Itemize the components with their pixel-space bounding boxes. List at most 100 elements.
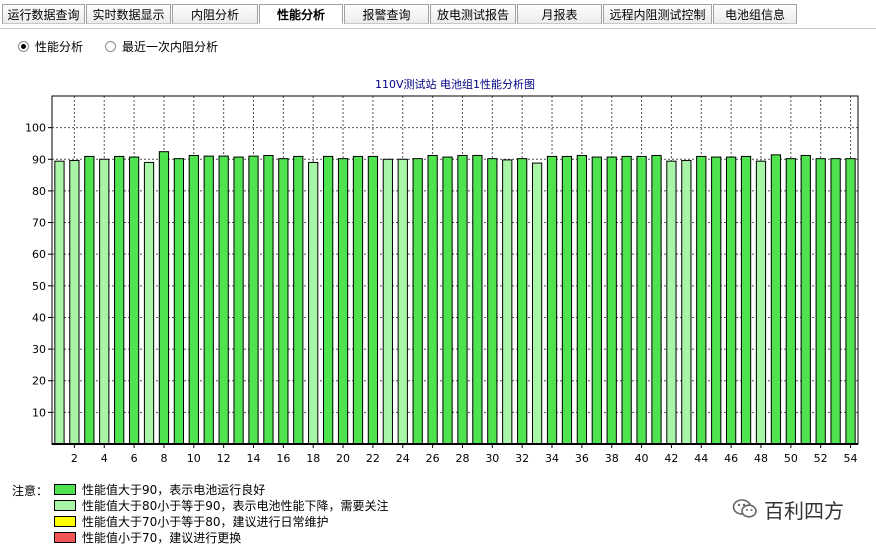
bar-cell-22 [367, 155, 379, 445]
bar-cell-5 [114, 155, 125, 445]
legend-item-replace: 性能值小于70，建议进行更换 [54, 530, 242, 545]
legend-swatch-maintain [54, 515, 76, 527]
bar-cell-41 [651, 154, 662, 445]
x-tick-label: 30 [485, 452, 499, 465]
bar-cell-50 [785, 158, 796, 445]
chart-title: 110V测试站 电池组1性能分析图 [375, 77, 535, 91]
legend-text: 性能值大于80小于等于90，表示电池性能下降，需要关注 [82, 498, 389, 513]
y-tick-label: 100 [25, 122, 46, 135]
bar-cell-51 [800, 154, 811, 445]
bar-cell-2 [69, 160, 80, 445]
x-tick-label: 48 [754, 452, 768, 465]
bar-cell-47 [740, 155, 752, 445]
x-tick-label: 38 [605, 452, 619, 465]
radio-label: 最近一次内阻分析 [122, 39, 219, 54]
bar-cell-53 [830, 158, 841, 445]
bar-cell-29 [472, 154, 483, 445]
bar-cell-28 [457, 154, 468, 445]
x-tick-label: 36 [575, 452, 589, 465]
tab-internal-resistance[interactable]: 内阻分析 [172, 4, 258, 24]
x-tick-label: 44 [694, 452, 708, 465]
radio-last-resistance-analysis[interactable]: 最近一次内阻分析 [105, 37, 218, 55]
bar-cell-34 [546, 155, 558, 445]
x-tick-label: 32 [515, 452, 529, 465]
tab-performance-analysis[interactable]: 性能分析 [259, 4, 343, 24]
x-tick-label: 16 [276, 452, 290, 465]
y-tick-label: 80 [32, 185, 46, 198]
tab-remote-resistance-test[interactable]: 远程内阻测试控制 [603, 4, 712, 24]
x-tick-label: 10 [187, 452, 201, 465]
y-tick-label: 30 [32, 343, 46, 356]
bar-cell-45 [711, 156, 722, 445]
bar-cell-18 [308, 161, 319, 445]
x-tick-label: 8 [160, 452, 167, 465]
bar-cell-20 [337, 158, 349, 445]
x-tick-label: 42 [664, 452, 678, 465]
bar-cell-15 [263, 154, 274, 445]
x-tick-label: 28 [455, 452, 469, 465]
bar-cell-7 [143, 161, 155, 445]
x-tick-label: 40 [635, 452, 649, 465]
bar-cell-46 [726, 156, 737, 445]
x-tick-label: 54 [844, 452, 858, 465]
radio-checked-icon[interactable] [18, 40, 29, 52]
bar-cell-31 [502, 159, 513, 445]
radio-performance-analysis[interactable]: 性能分析 [18, 37, 83, 55]
bar-cell-52 [815, 158, 826, 445]
legend-item-good: 性能值大于90，表示电池运行良好 [54, 482, 265, 497]
bar-cell-25 [412, 158, 423, 445]
plot-area [52, 96, 858, 444]
x-tick-label: 12 [217, 452, 231, 465]
x-tick-label: 22 [366, 452, 380, 465]
bar-cell-24 [397, 158, 408, 445]
tab-underline [0, 28, 876, 29]
bar-cell-3 [84, 155, 95, 445]
tab-battery-info[interactable]: 电池组信息 [713, 4, 797, 24]
bar-cell-44 [696, 155, 707, 445]
bar-cell-17 [293, 155, 304, 445]
radio-label: 性能分析 [35, 39, 84, 54]
watermark: 百利四方 [732, 494, 844, 524]
bar-cell-6 [128, 156, 140, 445]
tab-alarm-query[interactable]: 报警查询 [344, 4, 429, 24]
x-tick-label: 52 [814, 452, 828, 465]
x-tick-label: 14 [247, 452, 261, 465]
legend-text: 性能值小于70，建议进行更换 [82, 530, 242, 545]
bar-cell-19 [323, 155, 334, 445]
legend-item-attention: 性能值大于80小于等于90，表示电池性能下降，需要关注 [54, 498, 389, 513]
bar-cell-36 [576, 154, 587, 445]
tab-monthly-report[interactable]: 月报表 [517, 4, 602, 24]
legend-swatch-attention [54, 499, 76, 511]
bar-cell-42 [666, 160, 677, 445]
legend-text: 性能值大于70小于等于80，建议进行日常维护 [82, 514, 329, 529]
x-tick-label: 24 [396, 452, 410, 465]
y-tick-label: 70 [32, 217, 46, 230]
performance-chart: 110V测试站 电池组1性能分析图 10 20 30 40 50 60 70 80 90 100 2 4… [25, 77, 859, 465]
y-tick-label: 40 [32, 311, 46, 324]
bar-cell-35 [561, 155, 573, 445]
tab-realtime-display[interactable]: 实时数据显示 [86, 4, 171, 24]
x-tick-label: 18 [306, 452, 320, 465]
x-tick-label: 26 [426, 452, 440, 465]
tab-discharge-report[interactable]: 放电测试报告 [430, 4, 516, 24]
y-tick-label: 90 [32, 153, 46, 166]
wechat-icon [732, 499, 757, 518]
legend-swatch-replace [54, 531, 76, 543]
radio-unchecked-icon[interactable] [105, 40, 116, 52]
bar-cell-14 [248, 155, 259, 445]
bar-cell-26 [427, 154, 438, 445]
y-tick-label: 60 [32, 248, 46, 261]
bar-cell-11 [203, 155, 214, 445]
bar-cell-21 [352, 155, 364, 445]
legend-swatch-good [54, 483, 76, 495]
y-tick-label: 50 [32, 280, 46, 293]
bar-cell-38 [606, 156, 617, 445]
bar-cell-12 [218, 155, 229, 445]
bar-cell-16 [278, 158, 289, 445]
tab-operation-data-query[interactable]: 运行数据查询 [2, 4, 85, 24]
bar-cell-54 [845, 158, 856, 445]
tab-bar: 运行数据查询 实时数据显示 内阻分析 性能分析 报警查询 放电测试报告 月报表 … [0, 4, 876, 29]
x-tick-label: 4 [101, 452, 108, 465]
y-tick-label: 20 [32, 375, 46, 388]
bar-cell-43 [681, 160, 692, 445]
